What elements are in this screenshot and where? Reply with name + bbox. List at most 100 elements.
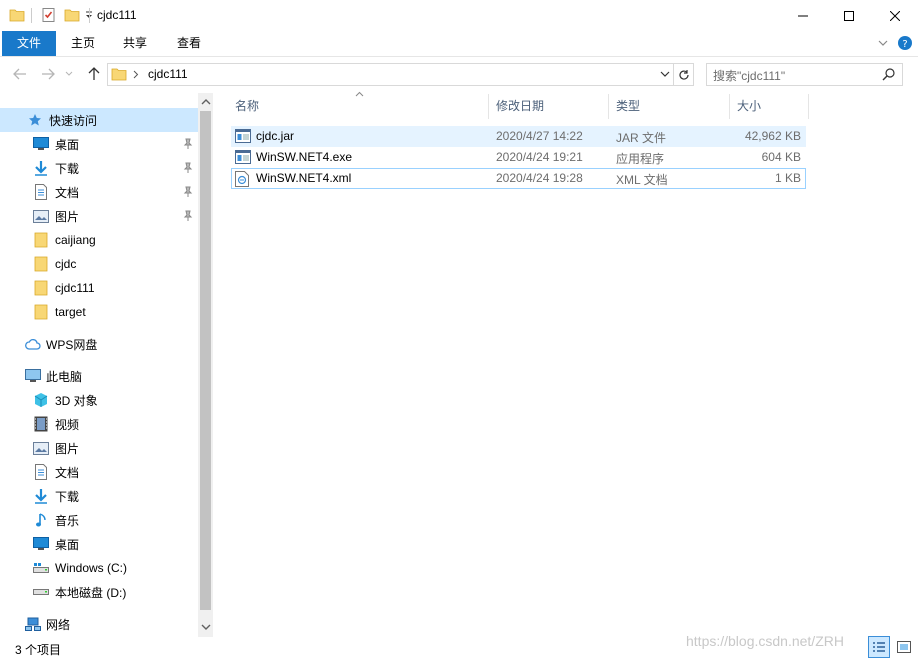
maximize-button[interactable] — [826, 0, 872, 31]
up-arrow-icon — [88, 67, 100, 80]
picture-icon — [33, 440, 49, 456]
file-date: 2020/4/24 19:28 — [496, 171, 583, 185]
folder-icon — [9, 9, 25, 22]
sidebar-item-drive-c[interactable]: Windows (C:) — [0, 556, 198, 580]
divider — [31, 8, 32, 23]
forward-button[interactable] — [38, 65, 58, 83]
refresh-button[interactable] — [674, 63, 694, 86]
column-divider[interactable] — [729, 94, 730, 119]
exe-file-icon — [235, 150, 251, 164]
sidebar-item-music[interactable]: 音乐 — [0, 508, 198, 532]
sidebar-item-downloads[interactable]: 下载 — [0, 156, 198, 180]
address-dropdown-icon[interactable] — [660, 71, 670, 78]
expand-ribbon-icon[interactable] — [878, 39, 888, 47]
sidebar-item-cjdc111[interactable]: cjdc111 — [0, 276, 198, 300]
column-header-size[interactable]: 大小 — [737, 94, 761, 119]
file-name: WinSW.NET4.xml — [256, 171, 352, 185]
new-folder-icon[interactable] — [64, 7, 80, 23]
up-button[interactable] — [84, 65, 104, 83]
folder-icon — [33, 280, 49, 296]
sidebar-item-pictures[interactable]: 图片 — [0, 204, 198, 228]
address-bar[interactable] — [107, 63, 674, 86]
cloud-icon — [25, 336, 41, 352]
large-icons-view-button[interactable] — [893, 636, 915, 658]
sidebar-item-documents-pc[interactable]: 文档 — [0, 460, 198, 484]
sidebar-item-videos[interactable]: 视频 — [0, 412, 198, 436]
details-view-button[interactable] — [868, 636, 890, 658]
column-divider[interactable] — [608, 94, 609, 119]
file-size: 1 KB — [774, 171, 801, 185]
back-button[interactable] — [10, 65, 30, 83]
sort-ascending-icon — [355, 91, 364, 97]
sidebar-item-label: Windows (C:) — [55, 561, 128, 575]
file-name: WinSW.NET4.exe — [256, 150, 353, 164]
navigation-pane: 快速访问 桌面 下载 文档 图片 caijiang cjdc cjdc111 t… — [0, 93, 213, 637]
minimize-icon — [798, 15, 808, 16]
sidebar-item-downloads-pc[interactable]: 下载 — [0, 484, 198, 508]
pin-icon — [183, 186, 193, 197]
sidebar-item-label: 视频 — [55, 417, 80, 432]
sidebar-item-this-pc[interactable]: 此电脑 — [0, 364, 198, 388]
recent-locations-button[interactable] — [62, 65, 76, 83]
search-input[interactable]: 搜索"cjdc111" — [713, 67, 785, 84]
document-icon — [33, 464, 49, 480]
column-header-date[interactable]: 修改日期 — [496, 94, 544, 119]
breadcrumb-current[interactable]: cjdc111 — [148, 67, 188, 81]
properties-icon[interactable] — [41, 7, 57, 23]
file-row[interactable]: WinSW.NET4.xml 2020/4/24 19:28 XML 文档 1 … — [231, 168, 806, 189]
file-date: 2020/4/24 19:21 — [496, 150, 583, 164]
ribbon-tabs: 文件 主页 共享 查看 ? — [0, 31, 918, 57]
file-row[interactable]: WinSW.NET4.exe 2020/4/24 19:21 应用程序 604 … — [231, 147, 806, 168]
minimize-button[interactable] — [780, 0, 826, 31]
sidebar-item-quick-access[interactable]: 快速访问 — [0, 108, 198, 132]
sidebar-item-network[interactable]: 网络 — [0, 612, 198, 636]
scroll-up-icon[interactable] — [201, 98, 211, 106]
sidebar-item-label: 下载 — [55, 489, 80, 504]
chevron-down-icon — [65, 71, 73, 76]
sidebar-item-caijiang[interactable]: caijiang — [0, 228, 198, 252]
sidebar-item-label: cjdc111 — [55, 281, 95, 295]
folder-icon — [33, 256, 49, 272]
sidebar-item-desktop[interactable]: 桌面 — [0, 132, 198, 156]
sidebar-item-label: 快速访问 — [49, 113, 98, 128]
svg-text:?: ? — [902, 39, 907, 50]
sidebar-item-desktop-pc[interactable]: 桌面 — [0, 532, 198, 556]
sidebar-item-cjdc[interactable]: cjdc — [0, 252, 198, 276]
breadcrumb-chevron-icon[interactable] — [133, 70, 139, 79]
column-divider[interactable] — [808, 94, 809, 119]
tab-home[interactable]: 主页 — [60, 31, 106, 56]
watermark: https://blog.csdn.net/ZRH — [686, 633, 844, 649]
scrollbar-thumb[interactable] — [200, 111, 211, 610]
search-icon[interactable] — [882, 67, 896, 81]
tab-share[interactable]: 共享 — [112, 31, 158, 56]
column-header-name[interactable]: 名称 — [235, 94, 259, 119]
sidebar-item-target[interactable]: target — [0, 300, 198, 324]
desktop-icon — [33, 536, 49, 552]
network-icon — [25, 616, 41, 632]
file-row[interactable]: cjdc.jar 2020/4/27 14:22 JAR 文件 42,962 K… — [231, 126, 806, 147]
download-icon — [33, 160, 49, 176]
file-size: 42,962 KB — [744, 129, 801, 143]
sidebar-item-documents[interactable]: 文档 — [0, 180, 198, 204]
sidebar-item-label: 此电脑 — [46, 369, 83, 384]
tab-file[interactable]: 文件 — [2, 31, 56, 56]
title-bar: cjdc111 — [0, 0, 918, 31]
column-header-type[interactable]: 类型 — [616, 94, 640, 119]
item-count: 3 个项目 — [15, 643, 62, 657]
3d-objects-icon — [33, 392, 49, 408]
sidebar-item-label: 桌面 — [55, 537, 80, 552]
sidebar-item-3d-objects[interactable]: 3D 对象 — [0, 388, 198, 412]
sidebar-item-drive-d[interactable]: 本地磁盘 (D:) — [0, 580, 198, 604]
drive-c-icon — [33, 560, 49, 576]
scroll-down-icon[interactable] — [201, 623, 211, 631]
drive-d-icon — [33, 584, 49, 600]
sidebar-item-pictures-pc[interactable]: 图片 — [0, 436, 198, 460]
sidebar-item-wps[interactable]: WPS网盘 — [0, 332, 198, 356]
download-icon — [33, 488, 49, 504]
file-name: cjdc.jar — [256, 129, 295, 143]
column-divider[interactable] — [488, 94, 489, 119]
file-type: XML 文档 — [616, 173, 668, 187]
tab-view[interactable]: 查看 — [166, 31, 212, 56]
close-button[interactable] — [872, 0, 918, 31]
help-icon[interactable]: ? — [897, 35, 913, 51]
